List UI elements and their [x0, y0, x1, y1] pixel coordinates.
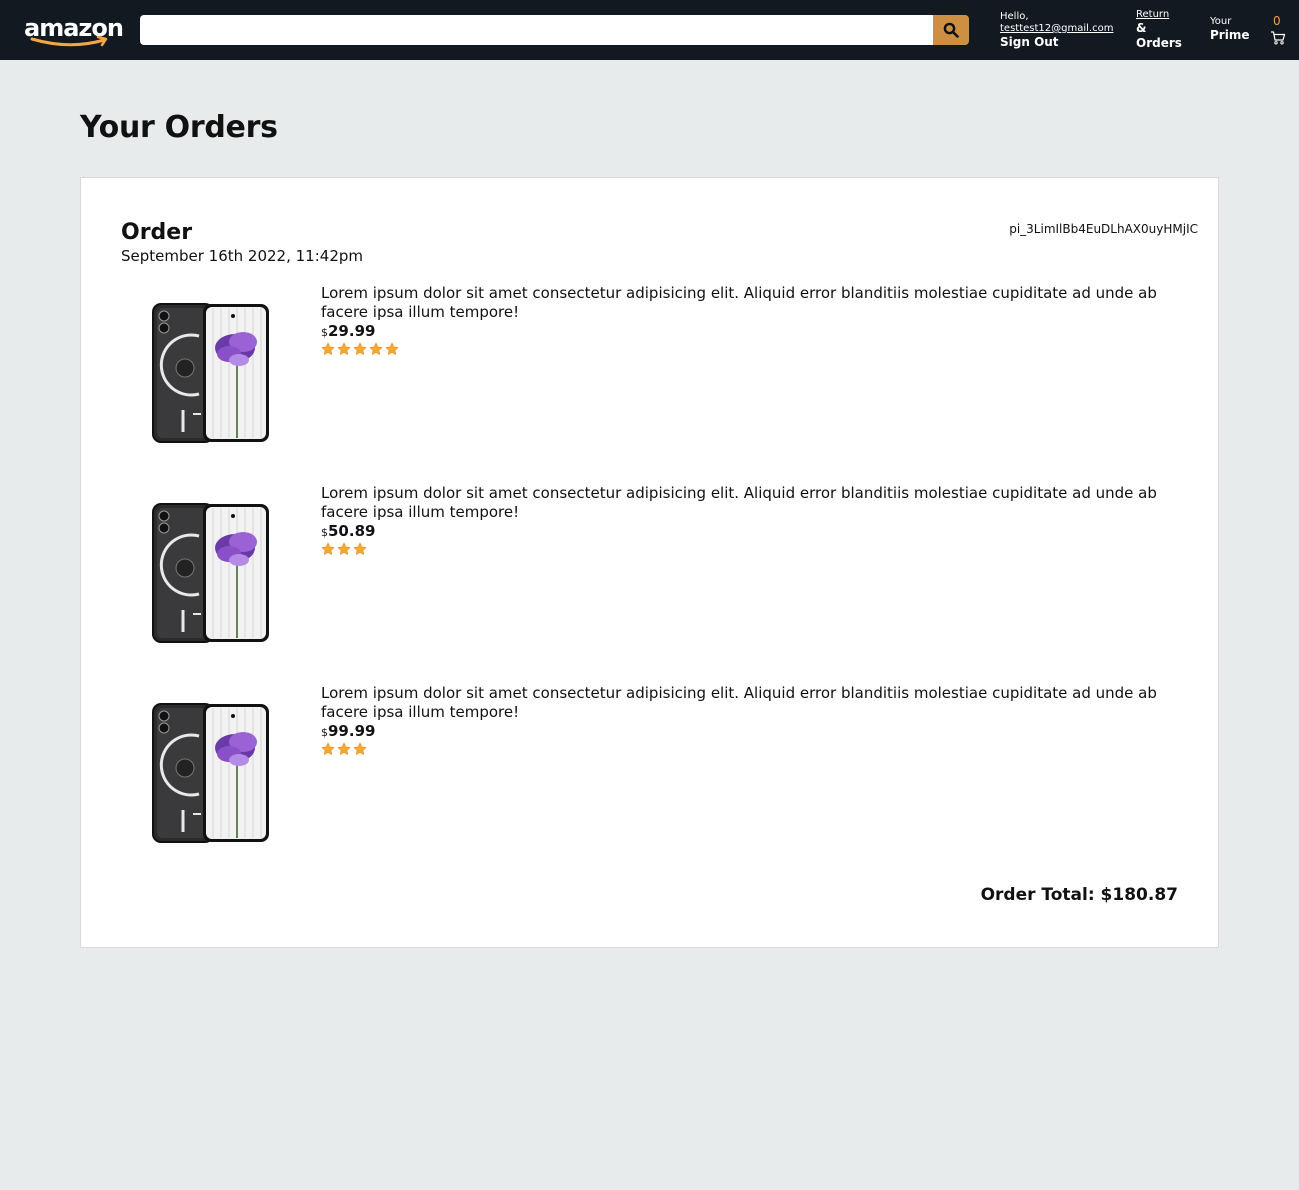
- order-id: pi_3LimIlBb4EuDLhAX0uyHMjIC: [1009, 222, 1198, 236]
- star-icon: [321, 542, 335, 555]
- returns-label: Return: [1136, 9, 1170, 20]
- product-image[interactable]: [151, 702, 271, 844]
- account-sign-out[interactable]: Hello, testtest12@gmail.com Sign Out: [1000, 11, 1113, 50]
- item-price: $29.99: [321, 322, 1181, 342]
- user-email: testtest12@gmail.com: [1000, 23, 1114, 34]
- star-icon: [321, 742, 335, 755]
- rating-stars: [321, 742, 1181, 756]
- smile-arrow-icon: [30, 36, 108, 47]
- search-button[interactable]: [933, 15, 969, 45]
- order-date: September 16th 2022, 11:42pm: [121, 247, 363, 265]
- rating-stars: [321, 542, 1181, 556]
- item-price: $99.99: [321, 722, 1181, 742]
- item-info: Lorem ipsum dolor sit amet consectetur a…: [321, 484, 1181, 556]
- order-item: Lorem ipsum dolor sit amet consectetur a…: [121, 284, 1181, 464]
- page-title: Your Orders: [80, 110, 278, 145]
- star-icon: [337, 542, 351, 555]
- currency-symbol: $: [321, 726, 328, 739]
- star-icon: [385, 342, 399, 355]
- item-description: Lorem ipsum dolor sit amet consectetur a…: [321, 684, 1157, 721]
- prime-label: Prime: [1210, 28, 1250, 42]
- sign-out-label: Sign Out: [1000, 35, 1059, 49]
- star-icon: [321, 342, 335, 355]
- rating-stars: [321, 342, 1181, 356]
- ampersand-label: &: [1136, 21, 1147, 35]
- your-label: Your: [1210, 16, 1232, 27]
- price-amount: 99.99: [328, 722, 376, 740]
- order-total: Order Total: $180.87: [980, 885, 1178, 905]
- star-icon: [337, 342, 351, 355]
- search-bar: [140, 15, 969, 45]
- star-icon: [353, 542, 367, 555]
- item-info: Lorem ipsum dolor sit amet consectetur a…: [321, 684, 1181, 756]
- orders-label: Orders: [1136, 36, 1182, 50]
- item-description: Lorem ipsum dolor sit amet consectetur a…: [321, 284, 1157, 321]
- item-price: $50.89: [321, 522, 1181, 542]
- currency-symbol: $: [321, 326, 328, 339]
- order-item: Lorem ipsum dolor sit amet consectetur a…: [121, 484, 1181, 664]
- product-image[interactable]: [151, 302, 271, 444]
- price-amount: 29.99: [328, 322, 376, 340]
- order-card: Order September 16th 2022, 11:42pm pi_3L…: [80, 177, 1219, 948]
- currency-symbol: $: [321, 526, 328, 539]
- top-nav: amazon Hello, testtest12@gmail.com Sign …: [0, 0, 1299, 60]
- star-icon: [369, 342, 383, 355]
- star-icon: [353, 342, 367, 355]
- order-item: Lorem ipsum dolor sit amet consectetur a…: [121, 684, 1181, 864]
- returns-orders-link[interactable]: Return & Orders: [1136, 9, 1182, 51]
- prime-link[interactable]: Your Prime: [1210, 16, 1249, 43]
- greeting-text: Hello,: [1000, 11, 1029, 22]
- amazon-logo[interactable]: amazon: [24, 14, 124, 48]
- product-image[interactable]: [151, 502, 271, 644]
- search-icon: [943, 22, 959, 38]
- item-description: Lorem ipsum dolor sit amet consectetur a…: [321, 484, 1157, 521]
- search-input[interactable]: [140, 15, 933, 45]
- price-amount: 50.89: [328, 522, 376, 540]
- item-info: Lorem ipsum dolor sit amet consectetur a…: [321, 284, 1181, 356]
- order-heading: Order: [121, 220, 193, 245]
- star-icon: [353, 742, 367, 755]
- cart-icon: [1271, 31, 1286, 45]
- star-icon: [337, 742, 351, 755]
- cart-count: 0: [1273, 14, 1281, 28]
- cart-button[interactable]: 0: [1268, 14, 1290, 48]
